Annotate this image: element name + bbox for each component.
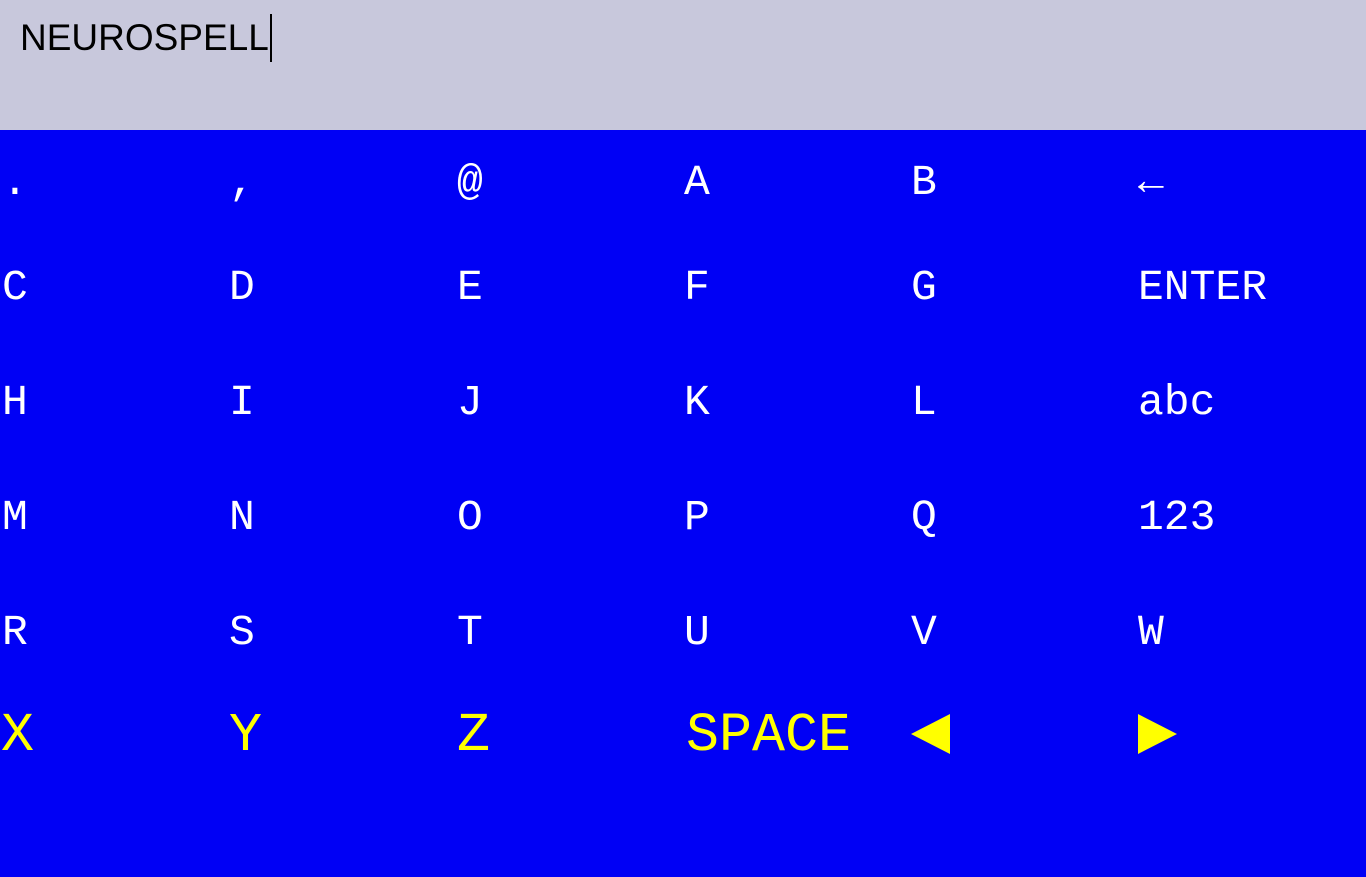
key-b[interactable]: B bbox=[911, 161, 1131, 261]
key-s[interactable]: S bbox=[229, 611, 449, 711]
key-p[interactable]: P bbox=[684, 496, 904, 596]
key-q[interactable]: Q bbox=[911, 496, 1131, 596]
key-u[interactable]: U bbox=[684, 611, 904, 711]
key-w[interactable]: W bbox=[1138, 611, 1358, 711]
key-m[interactable]: M bbox=[2, 496, 222, 596]
text-output-bar: NEUROSPELL bbox=[0, 0, 1366, 130]
left-arrow-icon bbox=[911, 714, 950, 754]
key-d[interactable]: D bbox=[229, 266, 449, 366]
right-arrow-icon bbox=[1138, 714, 1177, 754]
key-h[interactable]: H bbox=[2, 381, 222, 481]
key-x[interactable]: X bbox=[1, 708, 221, 808]
key-z[interactable]: Z bbox=[457, 708, 677, 808]
key-y[interactable]: Y bbox=[229, 708, 449, 808]
key-i[interactable]: I bbox=[229, 381, 449, 481]
key-lowercase-mode[interactable]: abc bbox=[1138, 381, 1358, 481]
key-space[interactable]: SPACE bbox=[686, 708, 906, 808]
key-e[interactable]: E bbox=[457, 266, 677, 366]
key-k[interactable]: K bbox=[684, 381, 904, 481]
key-c[interactable]: C bbox=[2, 266, 222, 366]
key-t[interactable]: T bbox=[457, 611, 677, 711]
key-g[interactable]: G bbox=[911, 266, 1131, 366]
key-at[interactable]: @ bbox=[457, 161, 677, 261]
key-o[interactable]: O bbox=[457, 496, 677, 596]
key-j[interactable]: J bbox=[457, 381, 677, 481]
key-cursor-left[interactable] bbox=[911, 708, 1131, 808]
speller-keyboard-grid: . , @ A B ← C D E F G ENTER H I J K L ab… bbox=[0, 130, 1366, 768]
spelled-text: NEUROSPELL bbox=[20, 17, 269, 58]
text-caret bbox=[269, 14, 272, 62]
key-enter[interactable]: ENTER bbox=[1138, 266, 1358, 366]
key-backspace[interactable]: ← bbox=[1138, 161, 1358, 261]
key-l[interactable]: L bbox=[911, 381, 1131, 481]
key-a[interactable]: A bbox=[684, 161, 904, 261]
key-f[interactable]: F bbox=[684, 266, 904, 366]
key-period[interactable]: . bbox=[2, 161, 222, 261]
key-r[interactable]: R bbox=[2, 611, 222, 711]
key-comma[interactable]: , bbox=[229, 161, 449, 261]
key-numeric-mode[interactable]: 123 bbox=[1138, 496, 1358, 596]
key-n[interactable]: N bbox=[229, 496, 449, 596]
key-v[interactable]: V bbox=[911, 611, 1131, 711]
key-cursor-right[interactable] bbox=[1138, 708, 1358, 808]
spelled-text-field[interactable]: NEUROSPELL bbox=[20, 14, 272, 62]
